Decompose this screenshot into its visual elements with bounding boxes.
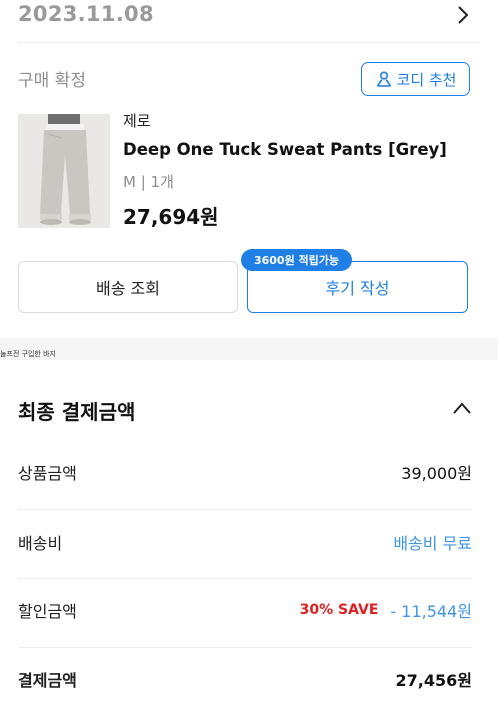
row-value: 39,000원 [401,464,472,483]
divider [18,42,480,43]
section-separator [0,338,498,360]
product-price: 27,694원 [123,205,219,229]
divider [18,509,472,510]
caption-text: 눌프전 구입한 바지 [0,350,56,358]
divider [18,578,472,579]
delivery-tracking-button[interactable]: 배송 조회 [18,261,238,313]
row-label: 배송비 [18,534,63,553]
chevron-up-icon[interactable] [452,401,472,415]
discount-value: - 11,544원 [390,602,472,621]
order-header[interactable]: 2023.11.08 [0,0,498,34]
person-icon [376,71,391,87]
free-shipping-value: 배송비 무료 [393,534,472,553]
payment-row-product-amount: 상품금액 39,000원 [18,452,472,492]
row-label: 결제금액 [18,671,77,690]
payment-row-total: 결제금액 27,456원 [18,659,472,699]
delivery-tracking-label: 배송 조회 [96,279,160,298]
order-status: 구매 확정 [18,71,86,91]
chevron-right-icon[interactable] [456,5,470,25]
product-name[interactable]: Deep One Tuck Sweat Pants [Grey] [123,140,447,159]
order-date: 2023.11.08 [18,2,154,26]
codi-recommend-button[interactable]: 코디 추천 [361,62,470,96]
codi-recommend-label: 코디 추천 [396,70,457,89]
product-option: M | 1개 [123,173,174,191]
write-review-label: 후기 작성 [325,279,390,298]
final-payment-title: 최종 결제금액 [18,400,136,424]
points-badge: 3600원 적립가능 [241,249,352,271]
brand-name[interactable]: 제로 [123,110,151,131]
row-label: 상품금액 [18,464,77,483]
product-thumbnail[interactable] [18,114,110,228]
payment-row-shipping: 배송비 배송비 무료 [18,522,472,562]
divider [18,647,472,648]
row-label: 할인금액 [18,602,77,621]
total-value: 27,456원 [395,671,472,690]
save-percent-tag: 30% SAVE [299,602,379,618]
payment-row-discount: 할인금액 30% SAVE - 11,544원 [18,590,472,630]
product-image [18,114,110,228]
